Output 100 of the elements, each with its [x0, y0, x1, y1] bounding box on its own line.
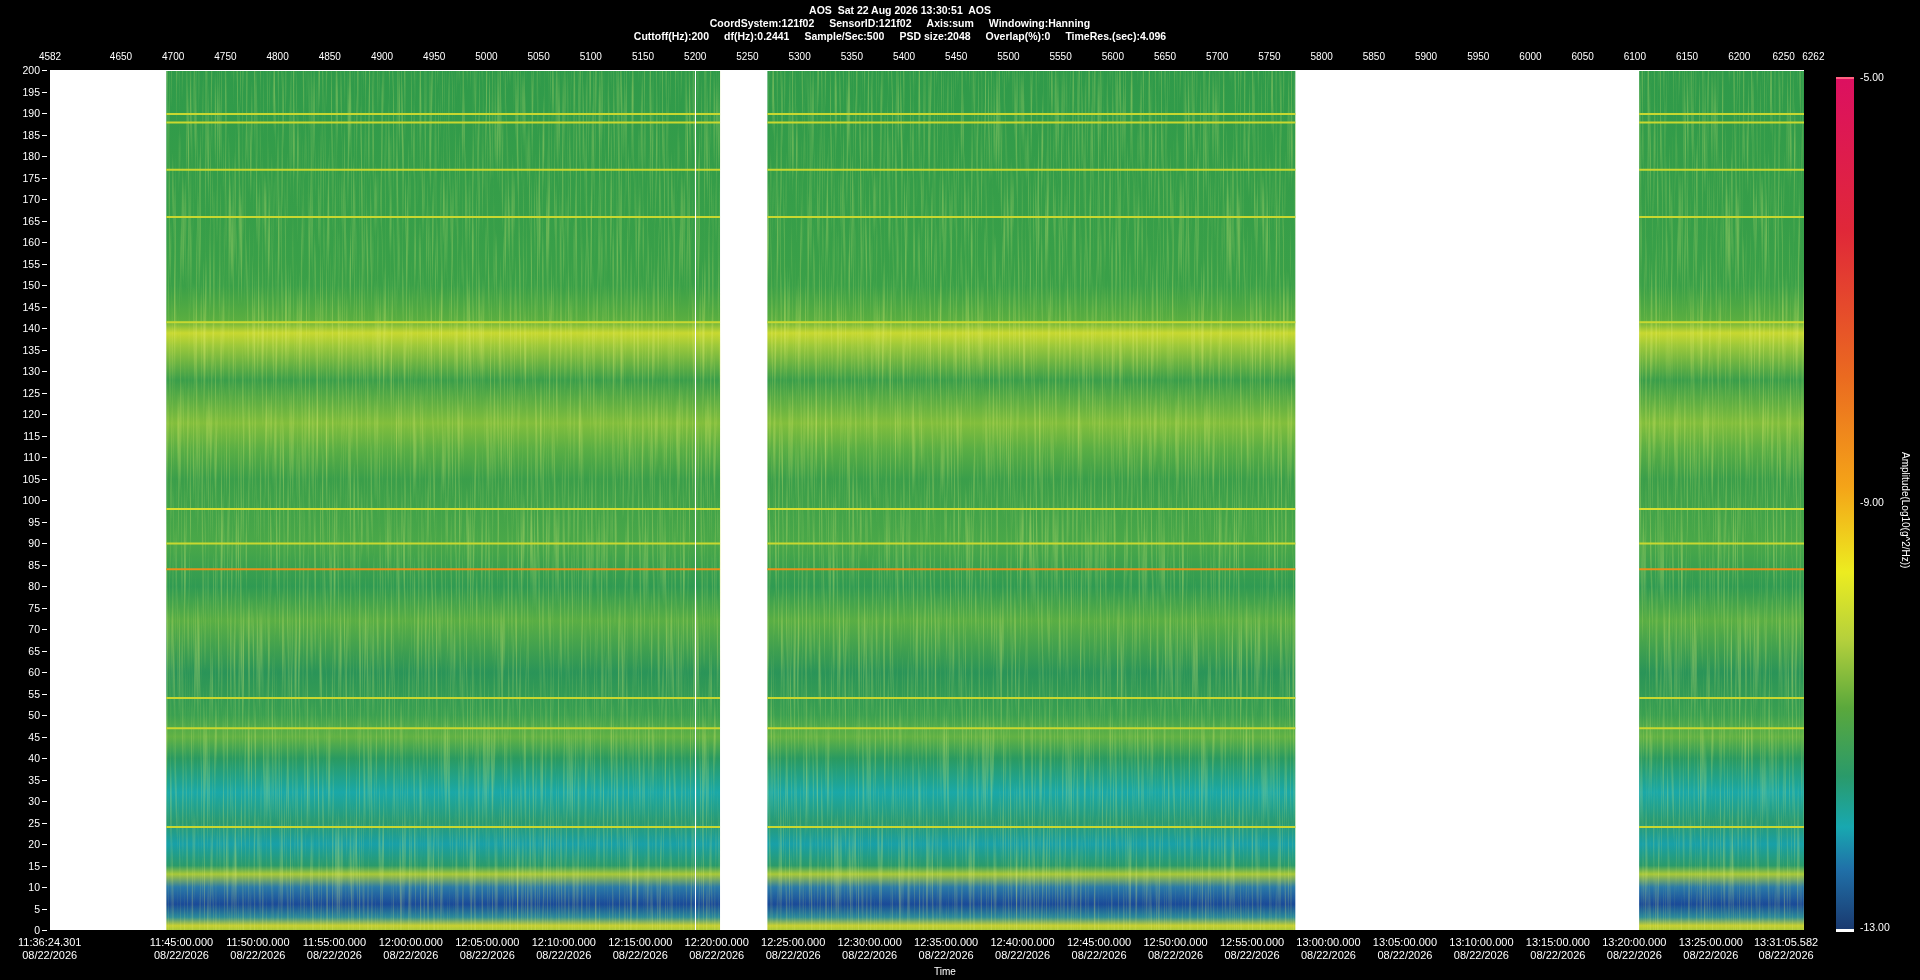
time-axis-label: 13:20:00.000 08/22/2026 — [1602, 936, 1667, 962]
colorbar-mid-label: -9.00 — [1860, 496, 1885, 508]
time-axis-label: 12:40:00.000 08/22/2026 — [990, 936, 1055, 962]
time-axis-label: 13:05:00.000 08/22/2026 — [1372, 936, 1438, 962]
time-axis-label: 12:25:00.000 08/22/2026 — [761, 936, 826, 962]
y-axis-label: 110 — [23, 451, 48, 463]
y-axis-label: 125 — [22, 386, 48, 399]
time-axis-label: 13:25:00.000 08/22/2026 — [1678, 936, 1743, 962]
x-axis-label: 6050 — [1571, 51, 1594, 62]
y-axis-label: 65 — [28, 644, 48, 657]
time-axis-label: 12:15:00.000 08/22/2026 — [608, 936, 673, 962]
x-axis-label: 5650 — [1153, 51, 1177, 62]
setting-text: SensorID:121f02 — [829, 17, 912, 30]
setting-text: Axis:sum — [926, 17, 974, 30]
x-axis-label: 5100 — [579, 51, 602, 62]
setting-text: Overlap(%):0 — [985, 30, 1051, 43]
x-axis-label: 5450 — [945, 51, 968, 62]
y-axis-label: 130 — [22, 365, 48, 377]
time-axis-label: 11:50:00.000 08/22/2026 — [226, 936, 290, 962]
x-axis-label: 5250 — [736, 51, 759, 62]
y-axis-label: 155 — [22, 257, 48, 270]
y-axis-label: 120 — [22, 408, 48, 420]
y-axis-label: 10 — [28, 881, 48, 893]
time-axis-label: 12:05:00.000 08/22/2026 — [455, 936, 520, 962]
y-axis-label: 190 — [22, 107, 48, 119]
time-axis-label: 12:20:00.000 08/22/2026 — [684, 936, 749, 962]
x-axis-label: 5700 — [1206, 51, 1229, 62]
time-axis-label: 12:45:00.000 08/22/2026 — [1066, 936, 1132, 962]
y-axis-label: 90 — [28, 537, 48, 549]
y-axis-label: 95 — [28, 515, 48, 528]
y-axis-label: 20 — [28, 838, 48, 850]
x-axis-title: Time — [934, 966, 956, 977]
x-axis-label: 4582 — [38, 51, 62, 62]
y-axis-label: 100 — [22, 494, 48, 506]
y-axis-label: 85 — [28, 558, 48, 571]
time-axis-label: 12:35:00.000 08/22/2026 — [914, 936, 979, 962]
time-axis-label: 13:10:00.000 08/22/2026 — [1449, 936, 1514, 962]
x-axis-label: 5050 — [527, 51, 550, 62]
y-axis-label: 30 — [28, 795, 48, 807]
y-axis-label: 35 — [28, 773, 48, 786]
y-axis-label: 150 — [22, 279, 48, 291]
y-axis-label: 15 — [28, 859, 48, 872]
setting-text: Sample/Sec:500 — [804, 30, 885, 43]
x-axis-label: 5200 — [684, 51, 707, 62]
y-axis-label: 200 — [22, 64, 48, 76]
x-axis-label: 5550 — [1049, 51, 1072, 62]
x-axis-label: 6150 — [1675, 51, 1699, 62]
time-axis-label: 12:50:00.000 08/22/2026 — [1143, 936, 1208, 962]
colorbar-min-label: -13.00 — [1860, 921, 1890, 933]
y-axis-label: 165 — [22, 214, 48, 227]
y-axis-label: 160 — [22, 236, 48, 248]
x-axis-label: 6100 — [1623, 51, 1646, 62]
y-axis-label: 0 — [34, 924, 48, 936]
x-axis-label: 5400 — [892, 51, 916, 62]
x-axis-label: 5600 — [1101, 51, 1124, 62]
x-axis-label: 5300 — [788, 51, 811, 62]
y-axis-label: 40 — [28, 752, 48, 764]
y-axis-label: 70 — [28, 623, 48, 635]
y-axis-label: 115 — [23, 429, 48, 442]
y-axis-label: 195 — [22, 85, 48, 98]
setting-text: PSD size:2048 — [899, 30, 971, 43]
y-axis-label: 175 — [22, 171, 48, 184]
chart-title: AOS Sat 22 Aug 2026 13:30:51 AOS — [809, 4, 991, 17]
x-axis-label: 5750 — [1258, 51, 1281, 62]
setting-text: Cuttoff(Hz):200 — [633, 30, 710, 43]
setting-text: df(Hz):0.2441 — [724, 30, 790, 43]
x-axis-label: 4750 — [214, 51, 237, 62]
y-axis-label: 135 — [22, 343, 48, 356]
x-axis-label: 6200 — [1728, 51, 1751, 62]
x-axis-label: 4800 — [266, 51, 289, 62]
colorbar-max-label: -5.00 — [1860, 71, 1885, 83]
y-axis-label: 145 — [22, 300, 48, 313]
setting-text: CoordSystem:121f02 — [709, 17, 815, 30]
time-axis-label: 13:00:00.000 08/22/2026 — [1296, 936, 1361, 962]
x-axis-label: 4900 — [370, 51, 394, 62]
setting-text: Windowing:Hanning — [988, 17, 1091, 30]
x-axis-label: 4950 — [423, 51, 446, 62]
time-axis-label: 12:10:00.000 08/22/2026 — [531, 936, 596, 962]
y-axis-label: 75 — [28, 601, 48, 614]
x-axis-label: 5500 — [997, 51, 1020, 62]
x-axis-label: 5800 — [1310, 51, 1333, 62]
x-axis-label: 5900 — [1414, 51, 1438, 62]
y-axis-label: 45 — [28, 730, 48, 743]
x-axis-label: 5850 — [1362, 51, 1385, 62]
y-axis-label: 105 — [22, 472, 48, 485]
time-axis-label: 12:00:00.000 08/22/2026 — [378, 936, 443, 962]
x-axis-label: 5150 — [631, 51, 655, 62]
x-axis-label: 5950 — [1467, 51, 1490, 62]
x-axis-label: 6262 — [1802, 51, 1825, 62]
y-axis-label: 60 — [28, 666, 48, 678]
setting-text: TimeRes.(sec):4.096 — [1065, 30, 1167, 43]
time-axis-label: 13:15:00.000 08/22/2026 — [1525, 936, 1590, 962]
colorbar-title: Amplitude(Log10(g^2/Hz)) — [1899, 452, 1911, 569]
y-axis-label: 50 — [28, 709, 48, 721]
y-axis-label: 80 — [28, 580, 48, 592]
y-axis-label: 25 — [28, 816, 48, 829]
time-axis-label: 12:30:00.000 08/22/2026 — [837, 936, 902, 962]
x-axis-label: 4850 — [318, 51, 341, 62]
x-axis-label: 4700 — [162, 51, 185, 62]
y-axis-label: 140 — [22, 322, 48, 334]
